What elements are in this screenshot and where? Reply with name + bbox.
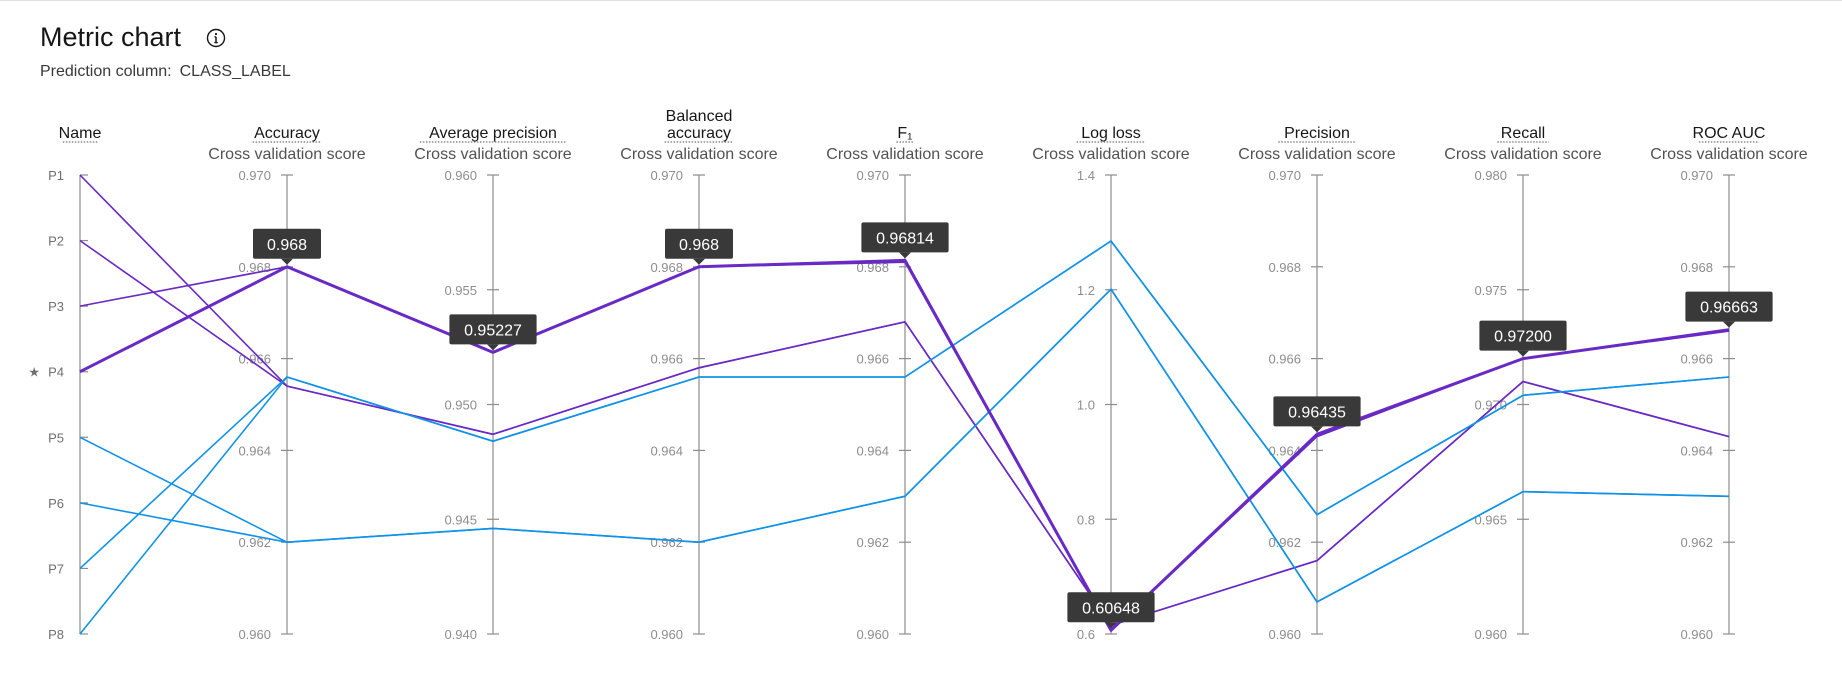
axis-tick-label: 0.968 — [650, 260, 683, 275]
axis-tick-label: 0.970 — [238, 168, 271, 183]
star-icon: ★ — [28, 365, 40, 380]
axis-tick-label: 0.964 — [650, 443, 683, 458]
name-tick-label[interactable]: P2 — [48, 234, 64, 249]
axis-tick-label: 1.2 — [1077, 283, 1095, 298]
tooltip-caret — [693, 258, 705, 265]
value-tooltip: 0.96435 — [1273, 396, 1361, 433]
axis-subtitle-avg_precision: Cross validation score — [414, 146, 572, 163]
tooltip-caret — [1517, 350, 1529, 357]
axis-tick-label: 0.960 — [650, 627, 683, 642]
name-tick-label[interactable]: P1 — [48, 168, 64, 183]
axis-tick-label: 0.964 — [1680, 443, 1713, 458]
axis-tick-label: 0.960 — [856, 627, 889, 642]
value-tooltip: 0.97200 — [1479, 320, 1567, 357]
axis-tick-label: 0.960 — [1268, 627, 1301, 642]
axis-title-balanced_accuracy-line2[interactable]: accuracy — [667, 125, 731, 142]
axis-tick-label: 0.968 — [1268, 260, 1301, 275]
axis-tick-label: 0.970 — [856, 168, 889, 183]
axis-title-log_loss[interactable]: Log loss — [1081, 125, 1141, 142]
axis-tick-label: 0.962 — [650, 535, 683, 550]
tooltip-value: 0.968 — [267, 237, 307, 254]
tooltip-value: 0.96814 — [876, 230, 934, 247]
axis-title-recall[interactable]: Recall — [1501, 125, 1545, 142]
axes: Name P1 P2 P3 P4 ★ P5 P6 P7 P8 Accuracy Cross valid… — [28, 108, 1807, 642]
axis-subtitle-accuracy: Cross validation score — [208, 146, 366, 163]
axis-title-name[interactable]: Name — [59, 125, 102, 142]
axis-tick-label: 0.945 — [444, 512, 477, 527]
name-tick-label[interactable]: P4 — [48, 365, 64, 380]
axis-tick-label: 0.966 — [1268, 352, 1301, 367]
tooltip-caret — [1723, 321, 1735, 328]
tooltip-caret — [899, 252, 911, 259]
axis-title-precision[interactable]: Precision — [1284, 125, 1350, 142]
axis-subtitle-precision: Cross validation score — [1238, 146, 1396, 163]
tooltip-value: 0.95227 — [464, 322, 522, 339]
name-tick-label[interactable]: P3 — [48, 299, 64, 314]
axis-title-avg_precision[interactable]: Average precision — [429, 125, 557, 142]
axis-tick-label: 0.966 — [650, 352, 683, 367]
axis-tick-label: 0.960 — [1680, 627, 1713, 642]
tooltip-value: 0.60648 — [1082, 600, 1140, 617]
axis-tick-label: 1.4 — [1077, 168, 1095, 183]
axis-tick-label: 0.8 — [1077, 512, 1095, 527]
tooltip-value: 0.97200 — [1494, 329, 1552, 346]
axis-title-roc_auc[interactable]: ROC AUC — [1693, 125, 1766, 142]
value-tooltip: 0.96663 — [1685, 291, 1773, 328]
axis-tick-label: 0.962 — [856, 535, 889, 550]
axis-subtitle-balanced_accuracy: Cross validation score — [620, 146, 778, 163]
axis-tick-label: 0.960 — [238, 627, 271, 642]
tooltip-caret — [281, 258, 293, 265]
axis-subtitle-f1: Cross validation score — [826, 146, 984, 163]
axis-tick-label: 0.975 — [1474, 283, 1507, 298]
value-tooltip: 0.95227 — [449, 314, 537, 351]
name-tick-label[interactable]: P7 — [48, 561, 64, 576]
axis-tick-label: 0.960 — [1474, 627, 1507, 642]
name-tick-label[interactable]: P8 — [48, 627, 64, 642]
axis-tick-label: 0.970 — [650, 168, 683, 183]
value-tooltip: 0.60648 — [1067, 592, 1155, 629]
axis-title-accuracy[interactable]: Accuracy — [254, 125, 320, 142]
axis-subtitle-log_loss: Cross validation score — [1032, 146, 1190, 163]
axis-tick-label: 0.962 — [1268, 535, 1301, 550]
axis-tick-label: 1.0 — [1077, 398, 1095, 413]
axis-tick-label: 0.970 — [1268, 168, 1301, 183]
axis-title-balanced_accuracy[interactable]: Balanced — [666, 108, 733, 125]
axis-subtitle-roc_auc: Cross validation score — [1650, 146, 1808, 163]
axis-tick-label: 0.968 — [1680, 260, 1713, 275]
metric-parallel-chart: Name P1 P2 P3 P4 ★ P5 P6 P7 P8 Accuracy Cross valid… — [28, 108, 1807, 642]
axis-tick-label: 0.966 — [1680, 352, 1713, 367]
axis-tick-label: 0.6 — [1077, 627, 1095, 642]
axis-tick-label: 0.964 — [856, 443, 889, 458]
axis-tick-label: 0.950 — [444, 398, 477, 413]
axis-subtitle-recall: Cross validation score — [1444, 146, 1602, 163]
tooltip-value: 0.968 — [679, 237, 719, 254]
tooltip-value: 0.96663 — [1700, 300, 1758, 317]
axis-tick-label: 0.962 — [1680, 535, 1713, 550]
tooltips: 0.968 0.95227 0.968 0.96814 0.60648 0.96435 0.… — [253, 222, 1773, 629]
axis-tick-label: 0.966 — [856, 352, 889, 367]
axis-tick-label: 0.964 — [238, 443, 271, 458]
axis-tick-label: 0.970 — [1680, 168, 1713, 183]
axis-tick-label: 0.940 — [444, 627, 477, 642]
name-tick-label[interactable]: P6 — [48, 496, 64, 511]
name-tick-label[interactable]: P5 — [48, 430, 64, 445]
axis-tick-label: 0.960 — [444, 168, 477, 183]
tooltip-value: 0.96435 — [1288, 404, 1346, 421]
axis-tick-label: 0.980 — [1474, 168, 1507, 183]
axis-title-f1[interactable]: F₁ — [897, 125, 912, 142]
axis-tick-label: 0.955 — [444, 283, 477, 298]
value-tooltip: 0.96814 — [861, 222, 949, 259]
